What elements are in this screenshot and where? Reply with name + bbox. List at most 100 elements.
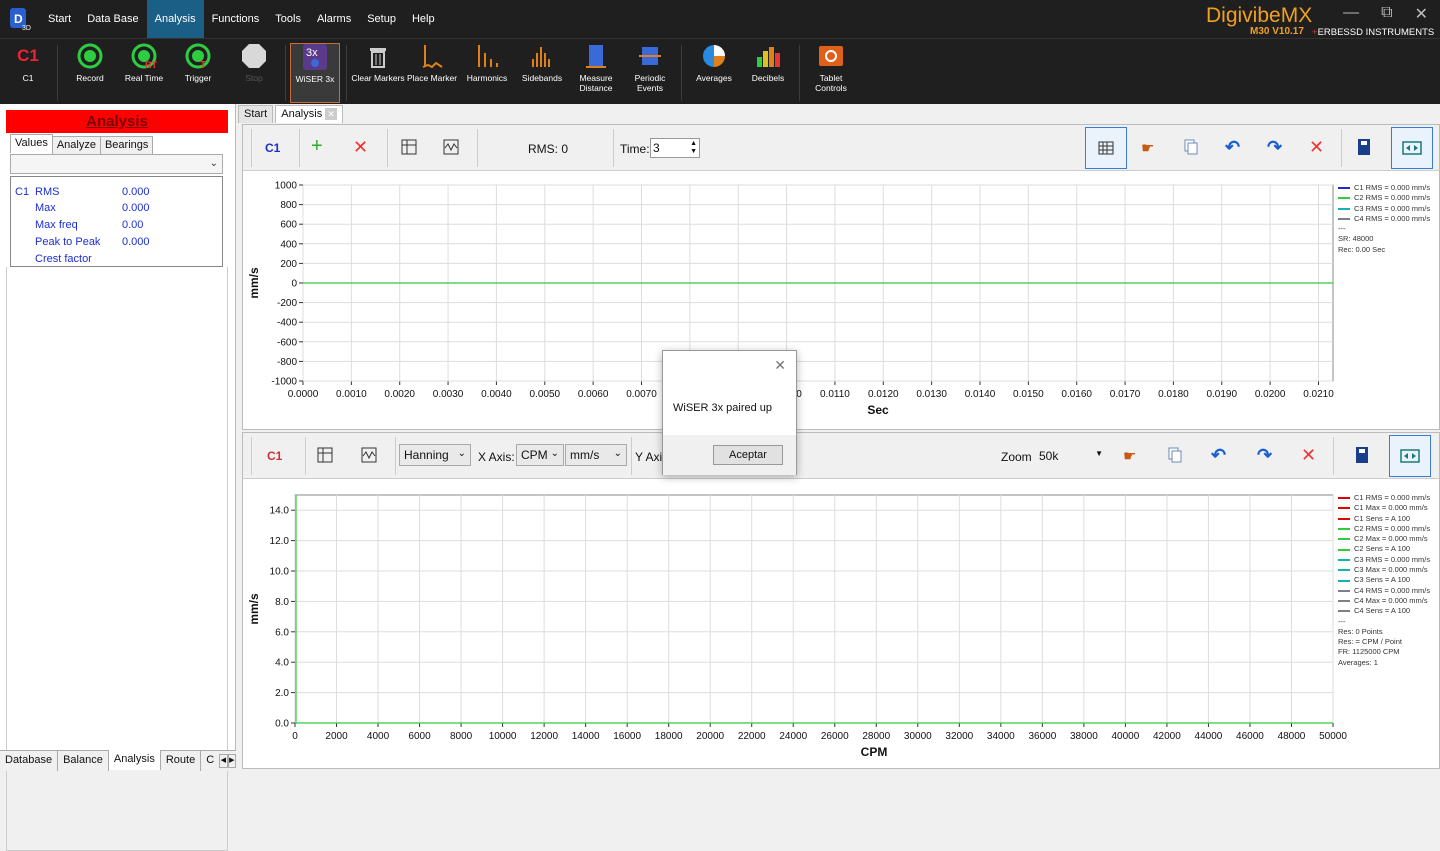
toolbar-separator	[251, 437, 252, 475]
hand-icon[interactable]: ☛	[1123, 447, 1136, 469]
legend-item: FR: 1125000 CPM	[1338, 647, 1430, 657]
tablet-controls-button[interactable]: Tablet Controls	[803, 43, 859, 103]
close-icon[interactable]: ✕	[1415, 4, 1428, 24]
restore-icon[interactable]: ⧉	[1381, 4, 1392, 24]
y-tick-label: 14.0	[270, 506, 290, 517]
legend-text: ---	[1338, 616, 1346, 626]
waveform-icon[interactable]	[361, 447, 377, 469]
zoom-select[interactable]: 50k ▼	[1037, 446, 1105, 466]
yunit-select[interactable]: mm/s ⌄	[565, 444, 627, 466]
tab-balance[interactable]: Balance	[58, 751, 109, 771]
averages-button[interactable]: Averages	[686, 43, 742, 103]
time-input[interactable]: 3 ▲ ▼	[650, 138, 700, 158]
channel-selector[interactable]: C1 C1	[0, 43, 56, 103]
legend-item: Res: 0 Points	[1338, 627, 1430, 637]
clear-markers-button[interactable]: Clear Markers	[350, 43, 406, 103]
redo-icon[interactable]: ↷	[1257, 445, 1272, 467]
undo-icon[interactable]: ↶	[1225, 137, 1240, 159]
close-tab-icon[interactable]: ✕	[325, 108, 338, 120]
x-tick-label: 46000	[1236, 731, 1264, 742]
fit-view-button[interactable]	[1389, 435, 1431, 477]
decibels-button[interactable]: Decibels	[740, 43, 796, 103]
value-label: Max freq	[35, 219, 78, 231]
realtime-button[interactable]: RT Real Time	[116, 43, 172, 103]
svg-text:D: D	[14, 12, 23, 26]
wiser-3x-button[interactable]: 3x WiSER 3x	[290, 43, 340, 103]
menu-data-base[interactable]: Data Base	[79, 0, 146, 38]
measure-distance-button[interactable]: Measure Distance	[568, 43, 624, 103]
sidebands-label: Sidebands	[521, 73, 563, 83]
stop-label: Stop	[245, 73, 263, 83]
waveform-chart[interactable]: 0.0000 0.0010 0.0020 0.0030 0.0040 0.0050 0.00…	[243, 171, 1439, 429]
waveform-channel[interactable]: C1	[265, 141, 280, 163]
accept-button[interactable]: Aceptar	[713, 445, 783, 465]
y-tick-label: 12.0	[270, 536, 290, 547]
save-icon[interactable]	[1355, 446, 1369, 468]
tab-scroll-left-icon[interactable]: ◀	[219, 754, 228, 768]
values-combo[interactable]: ⌄	[10, 154, 223, 174]
close-icon[interactable]: ✕	[774, 357, 786, 374]
tab-scroll-right-icon[interactable]: ▶	[227, 754, 236, 768]
x-tick-label: 36000	[1028, 731, 1056, 742]
harmonics-button[interactable]: Harmonics	[459, 43, 515, 103]
redo-icon[interactable]: ↷	[1267, 137, 1282, 159]
delete-icon[interactable]: ✕	[353, 137, 368, 159]
layout-icon[interactable]	[401, 139, 417, 161]
tab-route[interactable]: Route	[161, 751, 202, 771]
window-select[interactable]: Hanning ⌄	[399, 444, 471, 466]
tab-bearings[interactable]: Bearings	[99, 136, 154, 155]
spectrum-channel[interactable]: C1	[267, 449, 282, 471]
waveform-icon[interactable]	[443, 139, 459, 161]
fit-view-button[interactable]	[1391, 127, 1433, 169]
x-tick-label: 0.0150	[1013, 389, 1044, 400]
legend-item: C2 Sens = A 100	[1338, 544, 1430, 554]
periodic-events-button[interactable]: Periodic Events	[622, 43, 678, 103]
menu-help[interactable]: Help	[404, 0, 443, 38]
copy-icon[interactable]	[1183, 139, 1199, 161]
clear-icon[interactable]: ✕	[1309, 137, 1324, 159]
tab-values[interactable]: Values	[10, 134, 53, 153]
menu-analysis[interactable]: Analysis	[146, 0, 204, 38]
copy-icon[interactable]	[1167, 447, 1183, 469]
doc-tab-analysis[interactable]: Analysis ✕	[275, 105, 344, 123]
grid-view-button[interactable]	[1085, 127, 1127, 169]
save-icon[interactable]	[1357, 138, 1371, 160]
tab-analyze[interactable]: Analyze	[51, 136, 101, 155]
undo-icon[interactable]: ↶	[1211, 445, 1226, 467]
ribbon-separator	[681, 45, 682, 101]
menu-functions[interactable]: Functions	[204, 0, 268, 38]
place-marker-button[interactable]: Place Marker	[404, 43, 460, 103]
legend-text: C2 RMS = 0.000 mm/s	[1354, 193, 1431, 203]
ribbon-separator	[285, 45, 286, 101]
sidebands-button[interactable]: Sidebands	[514, 43, 570, 103]
tablet-controls-label: Tablet Controls	[815, 73, 847, 93]
hand-icon[interactable]: ☛	[1141, 139, 1154, 161]
xunit-select[interactable]: CPM ⌄	[516, 444, 564, 466]
layout-icon[interactable]	[317, 447, 333, 469]
legend-item: C4 RMS = 0.000 mm/s	[1338, 214, 1430, 224]
trigger-button[interactable]: T Trigger	[170, 43, 226, 103]
spectrum-chart[interactable]: 0 2000 4000 6000 8000 10000 12000 14000 16000 180…	[243, 479, 1439, 769]
tab-c[interactable]: C	[201, 751, 219, 771]
tab-database[interactable]: Database	[0, 751, 59, 771]
legend-text: C1 RMS = 0.000 mm/s	[1354, 183, 1431, 192]
add-icon[interactable]: +	[311, 135, 323, 157]
doc-tab-start[interactable]: Start	[238, 105, 274, 123]
menu-setup[interactable]: Setup	[359, 0, 404, 38]
tab-analysis[interactable]: Analysis	[108, 750, 161, 770]
menu-alarms[interactable]: Alarms	[309, 0, 359, 38]
record-button[interactable]: Record	[62, 43, 118, 103]
legend-item: C4 RMS = 0.000 mm/s	[1338, 586, 1430, 596]
x-tick-label: 20000	[696, 731, 724, 742]
menu-start[interactable]: Start	[40, 0, 79, 38]
x-axis-label: Sec	[867, 403, 889, 417]
spinner-icon[interactable]: ▲ ▼	[690, 140, 697, 156]
y-tick-label: 200	[280, 259, 297, 270]
stop-button[interactable]: Stop	[226, 43, 282, 103]
minimize-icon[interactable]: —	[1343, 4, 1359, 24]
menu-tools[interactable]: Tools	[267, 0, 309, 38]
legend-item: Res: = CPM / Point	[1338, 637, 1430, 647]
clear-icon[interactable]: ✕	[1301, 445, 1316, 467]
toolbar-separator	[631, 437, 632, 475]
toolbar-separator	[1341, 129, 1342, 167]
